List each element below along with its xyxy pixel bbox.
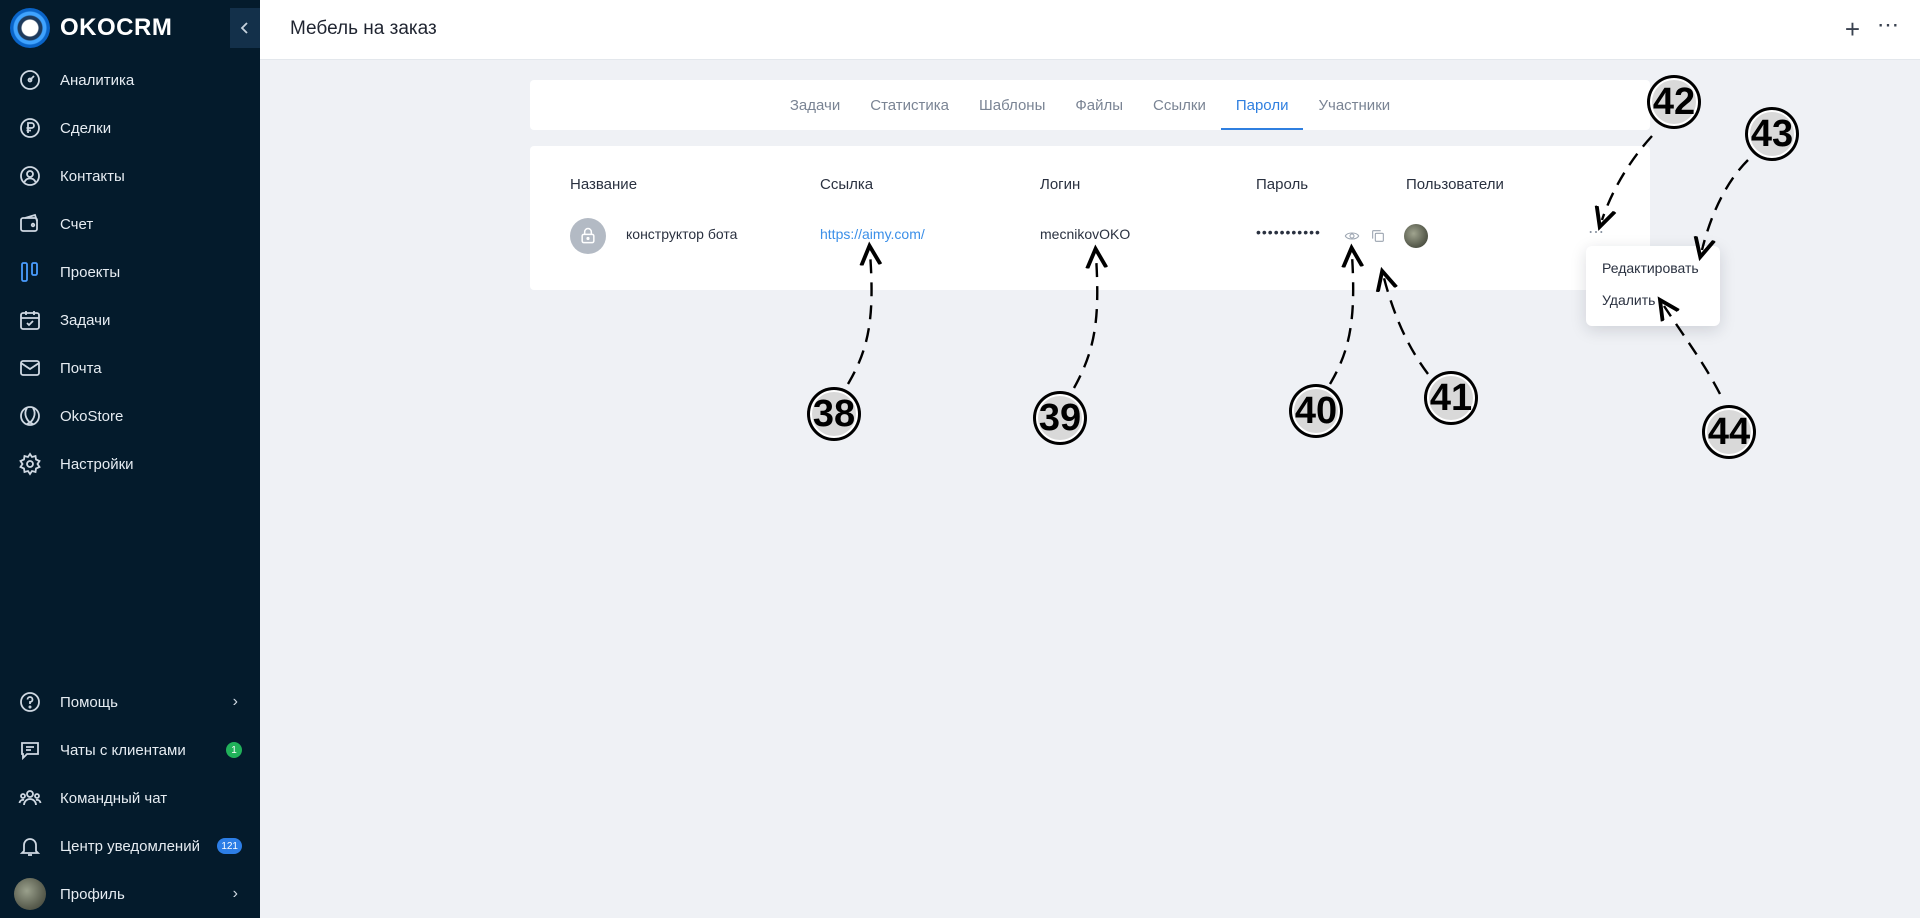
column-header-login: Логин xyxy=(1040,176,1081,193)
tab-tasks[interactable]: Задачи xyxy=(775,80,855,130)
add-icon[interactable]: + xyxy=(1845,14,1860,45)
copy-icon[interactable] xyxy=(1368,226,1388,246)
contacts-icon xyxy=(18,164,42,188)
chevron-right-icon: › xyxy=(232,693,238,710)
sidebar-item-notifications[interactable]: Центр уведомлений 121 xyxy=(0,822,260,870)
bell-icon xyxy=(18,834,42,858)
logo[interactable]: OKOCRM xyxy=(10,8,172,48)
top-bar: Мебель на заказ + ⋯ xyxy=(260,0,1920,60)
password-entry-masked: ••••••••••• xyxy=(1256,224,1321,240)
sidebar-item-label: Счет xyxy=(60,215,94,233)
sidebar-item-label: Командный чат xyxy=(60,789,168,807)
analytics-icon xyxy=(18,68,42,92)
sidebar-item-label: Чаты с клиентами xyxy=(60,741,186,759)
password-entry-login: mecnikovOKO xyxy=(1040,226,1131,242)
sidebar-item-analytics[interactable]: Аналитика xyxy=(0,56,260,104)
column-header-password: Пароль xyxy=(1256,176,1309,193)
sidebar-item-projects[interactable]: Проекты xyxy=(0,248,260,296)
row-more-options-icon[interactable]: ⋯ xyxy=(1588,222,1605,242)
sidebar-item-help[interactable]: Помощь › xyxy=(0,678,260,726)
sidebar: OKOCRM Аналитика Сделки Контакты Счет Пр… xyxy=(0,0,260,918)
chevron-right-icon: › xyxy=(232,885,238,902)
column-header-users: Пользователи xyxy=(1406,176,1504,193)
tab-statistics[interactable]: Статистика xyxy=(855,80,964,130)
team-icon xyxy=(18,786,42,810)
sidebar-item-mail[interactable]: Почта xyxy=(0,344,260,392)
passwords-table: Название Ссылка Логин Пароль Пользовател… xyxy=(530,146,1650,290)
avatar[interactable] xyxy=(1404,224,1428,248)
callout-42: 42 xyxy=(1648,76,1700,128)
sidebar-item-invoice[interactable]: Счет xyxy=(0,200,260,248)
store-icon xyxy=(18,404,42,428)
sidebar-item-label: Центр уведомлений xyxy=(60,837,200,855)
menu-item-delete[interactable]: Удалить xyxy=(1602,292,1655,308)
gear-icon xyxy=(18,452,42,476)
sidebar-item-label: Сделки xyxy=(60,119,112,137)
column-header-link: Ссылка xyxy=(820,176,874,193)
avatar xyxy=(14,878,46,910)
main-nav: Аналитика Сделки Контакты Счет Проекты З… xyxy=(0,56,260,488)
sidebar-item-deals[interactable]: Сделки xyxy=(0,104,260,152)
password-entry-link[interactable]: https://aimy.com/ xyxy=(820,226,925,242)
tab-templates[interactable]: Шаблоны xyxy=(964,80,1060,130)
row-actions-menu: Редактировать Удалить xyxy=(1586,246,1720,326)
chat-icon xyxy=(18,738,42,762)
callout-38: 38 xyxy=(808,388,860,440)
invoice-icon xyxy=(18,212,42,236)
tab-files[interactable]: Файлы xyxy=(1060,80,1138,130)
sidebar-item-label: Аналитика xyxy=(60,71,135,89)
callout-39: 39 xyxy=(1034,392,1086,444)
sidebar-item-contacts[interactable]: Контакты xyxy=(0,152,260,200)
menu-item-edit[interactable]: Редактировать xyxy=(1602,260,1699,276)
sidebar-item-label: Профиль xyxy=(60,885,125,903)
sidebar-item-label: OkoStore xyxy=(60,407,124,425)
password-entry-name: конструктор бота xyxy=(626,226,738,242)
callout-41: 41 xyxy=(1425,372,1477,424)
mail-icon xyxy=(18,356,42,380)
tab-participants[interactable]: Участники xyxy=(1303,80,1405,130)
projects-icon xyxy=(18,260,42,284)
sidebar-item-tasks[interactable]: Задачи xyxy=(0,296,260,344)
sidebar-item-label: Проекты xyxy=(60,263,121,281)
more-options-icon[interactable]: ⋯ xyxy=(1877,12,1900,38)
notifications-badge: 121 xyxy=(217,838,242,854)
ruble-icon xyxy=(18,116,42,140)
calendar-icon xyxy=(18,308,42,332)
page-title: Мебель на заказ xyxy=(290,18,437,39)
sidebar-item-settings[interactable]: Настройки xyxy=(0,440,260,488)
column-header-name: Название xyxy=(570,176,638,193)
bottom-nav: Помощь › Чаты с клиентами 1 Командный ча… xyxy=(0,678,260,918)
help-icon xyxy=(18,690,42,714)
project-tabs: Задачи Статистика Шаблоны Файлы Ссылки П… xyxy=(530,80,1650,130)
sidebar-item-client-chats[interactable]: Чаты с клиентами 1 xyxy=(0,726,260,774)
sidebar-item-label: Контакты xyxy=(60,167,125,185)
sidebar-item-label: Почта xyxy=(60,359,102,377)
table-row[interactable]: конструктор бота https://aimy.com/ mecni… xyxy=(530,216,1650,260)
tab-links[interactable]: Ссылки xyxy=(1138,80,1221,130)
okocrm-logo-icon xyxy=(10,8,50,48)
logo-text: OKOCRM xyxy=(60,14,173,41)
lock-icon xyxy=(570,218,606,254)
sidebar-item-label: Настройки xyxy=(60,455,134,473)
collapse-sidebar-button[interactable] xyxy=(230,8,260,48)
callout-44: 44 xyxy=(1703,406,1755,458)
annotation-arrows xyxy=(846,135,1749,395)
sidebar-item-label: Помощь xyxy=(60,693,118,711)
callout-43: 43 xyxy=(1746,108,1798,160)
callout-40: 40 xyxy=(1290,385,1342,437)
sidebar-item-label: Задачи xyxy=(60,311,111,329)
sidebar-item-profile[interactable]: Профиль › xyxy=(0,870,260,918)
show-password-eye-icon[interactable] xyxy=(1342,226,1362,246)
sidebar-item-team-chat[interactable]: Командный чат xyxy=(0,774,260,822)
tab-passwords[interactable]: Пароли xyxy=(1220,80,1304,130)
chevron-left-icon xyxy=(240,22,248,34)
client-chats-badge: 1 xyxy=(226,742,242,758)
sidebar-item-okostore[interactable]: OkoStore xyxy=(0,392,260,440)
